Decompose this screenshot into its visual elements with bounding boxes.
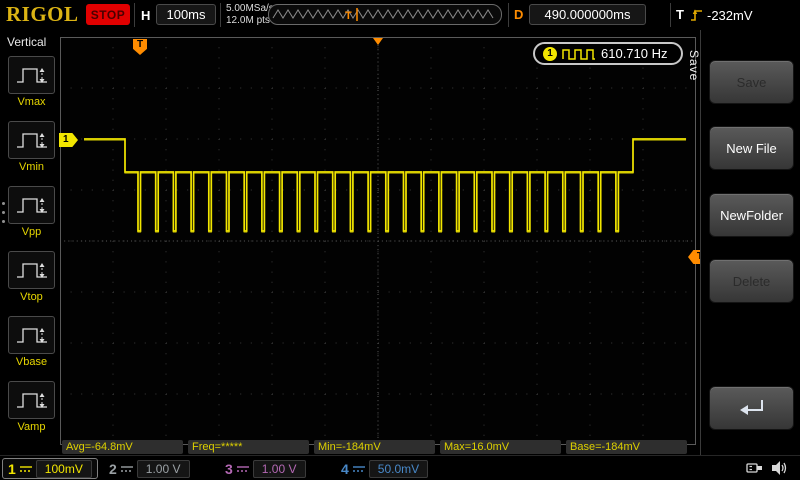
sidebar-item-vmax[interactable]: Vmax — [8, 56, 55, 108]
edge-trigger-icon — [690, 6, 703, 23]
trigger-label: T — [676, 7, 684, 22]
speaker-icon — [770, 459, 788, 477]
channel-1-status[interactable]: 1 100mV — [2, 458, 98, 479]
measurement-min: Min=-184mV — [314, 440, 435, 454]
divider — [134, 3, 135, 27]
memory-depth: 12.0M pts — [226, 15, 274, 27]
vtop-icon — [8, 251, 55, 289]
dc-coupling-icon — [20, 464, 32, 474]
menu-title-tab: Save — [687, 50, 701, 81]
channel-scale: 100mV — [36, 460, 92, 478]
sidebar-title: Vertical — [7, 35, 46, 49]
dc-coupling-icon — [237, 464, 249, 474]
divider — [670, 3, 671, 27]
save-button[interactable]: Save — [709, 60, 794, 104]
back-button[interactable] — [709, 386, 794, 430]
frequency-counter: 1 610.710 Hz — [533, 42, 683, 65]
channel-1-badge: 1 — [543, 47, 557, 61]
divider — [508, 3, 509, 27]
channel-4-status[interactable]: 4 50.0mV — [336, 458, 433, 479]
channel-number: 3 — [225, 461, 233, 477]
square-wave-icon — [562, 48, 596, 60]
delete-button[interactable]: Delete — [709, 259, 794, 303]
horizontal-label: H — [141, 8, 150, 23]
vpp-icon — [8, 186, 55, 224]
horizontal-position-minimap[interactable]: T — [268, 4, 502, 25]
sample-rate: 5.00MSa/s — [226, 3, 274, 15]
channel-scale: 1.00 V — [137, 460, 190, 478]
sidebar-item-label: Vpp — [8, 226, 55, 238]
return-arrow-icon — [737, 397, 767, 419]
usb-icon — [746, 460, 764, 476]
channel-number: 1 — [8, 461, 16, 477]
measurement-max: Max=16.0mV — [440, 440, 561, 454]
softkey-menu: Save New File NewFolder Delete — [700, 30, 800, 455]
graticule-and-trace — [60, 37, 696, 445]
measurement-freq: Freq=***** — [188, 440, 309, 454]
divider — [220, 3, 221, 27]
channel-scale: 1.00 V — [253, 460, 306, 478]
channel-number: 4 — [341, 461, 349, 477]
sidebar-item-vbase[interactable]: Vbase — [8, 316, 55, 368]
acquisition-info: 5.00MSa/s 12.0M pts — [226, 3, 274, 27]
vmax-icon — [8, 56, 55, 94]
delay-value[interactable]: 490.000000ms — [529, 4, 646, 25]
sidebar-item-vpp[interactable]: Vpp — [8, 186, 55, 238]
sidebar-item-label: Vamp — [8, 421, 55, 433]
trigger-position-indicator — [373, 38, 383, 45]
waveform-display — [60, 37, 696, 445]
svg-text:T: T — [345, 10, 352, 22]
channel-status-bar: 1 100mV 2 1.00 V 3 1.00 V 4 50.0mV — [0, 455, 800, 480]
run-state-badge[interactable]: STOP — [86, 4, 130, 25]
frequency-value: 610.710 Hz — [601, 46, 668, 61]
dc-coupling-icon — [353, 464, 365, 474]
brand-logo: RIGOL — [6, 2, 79, 27]
channel-scale: 50.0mV — [369, 460, 428, 478]
minimap-waveform: T — [269, 5, 501, 24]
trigger-level-value[interactable]: -232mV — [707, 8, 753, 23]
sidebar-item-vamp[interactable]: Vamp — [8, 381, 55, 433]
vamp-icon — [8, 381, 55, 419]
new-file-button[interactable]: New File — [709, 126, 794, 170]
sidebar-item-vtop[interactable]: Vtop — [8, 251, 55, 303]
sidebar-item-label: Vbase — [8, 356, 55, 368]
measurement-base: Base=-184mV — [566, 440, 687, 454]
sidebar-item-label: Vmin — [8, 161, 55, 173]
sidebar-item-vmin[interactable]: Vmin — [8, 121, 55, 173]
channel-3-status[interactable]: 3 1.00 V — [220, 458, 311, 479]
measurement-avg: Avg=-64.8mV — [62, 440, 183, 454]
channel-number: 2 — [109, 461, 117, 477]
new-folder-button[interactable]: NewFolder — [709, 193, 794, 237]
timebase-value[interactable]: 100ms — [156, 4, 216, 25]
vbase-icon — [8, 316, 55, 354]
dc-coupling-icon — [121, 464, 133, 474]
sidebar-item-label: Vtop — [8, 291, 55, 303]
top-bar: RIGOL STOP H 100ms 5.00MSa/s 12.0M pts T… — [0, 0, 800, 30]
channel-2-status[interactable]: 2 1.00 V — [104, 458, 195, 479]
sidebar-scroll-dots[interactable] — [2, 196, 5, 229]
sidebar-item-label: Vmax — [8, 96, 55, 108]
oscilloscope-screen: RIGOL STOP H 100ms 5.00MSa/s 12.0M pts T… — [0, 0, 800, 480]
vmin-icon — [8, 121, 55, 159]
delay-label: D — [514, 7, 523, 22]
